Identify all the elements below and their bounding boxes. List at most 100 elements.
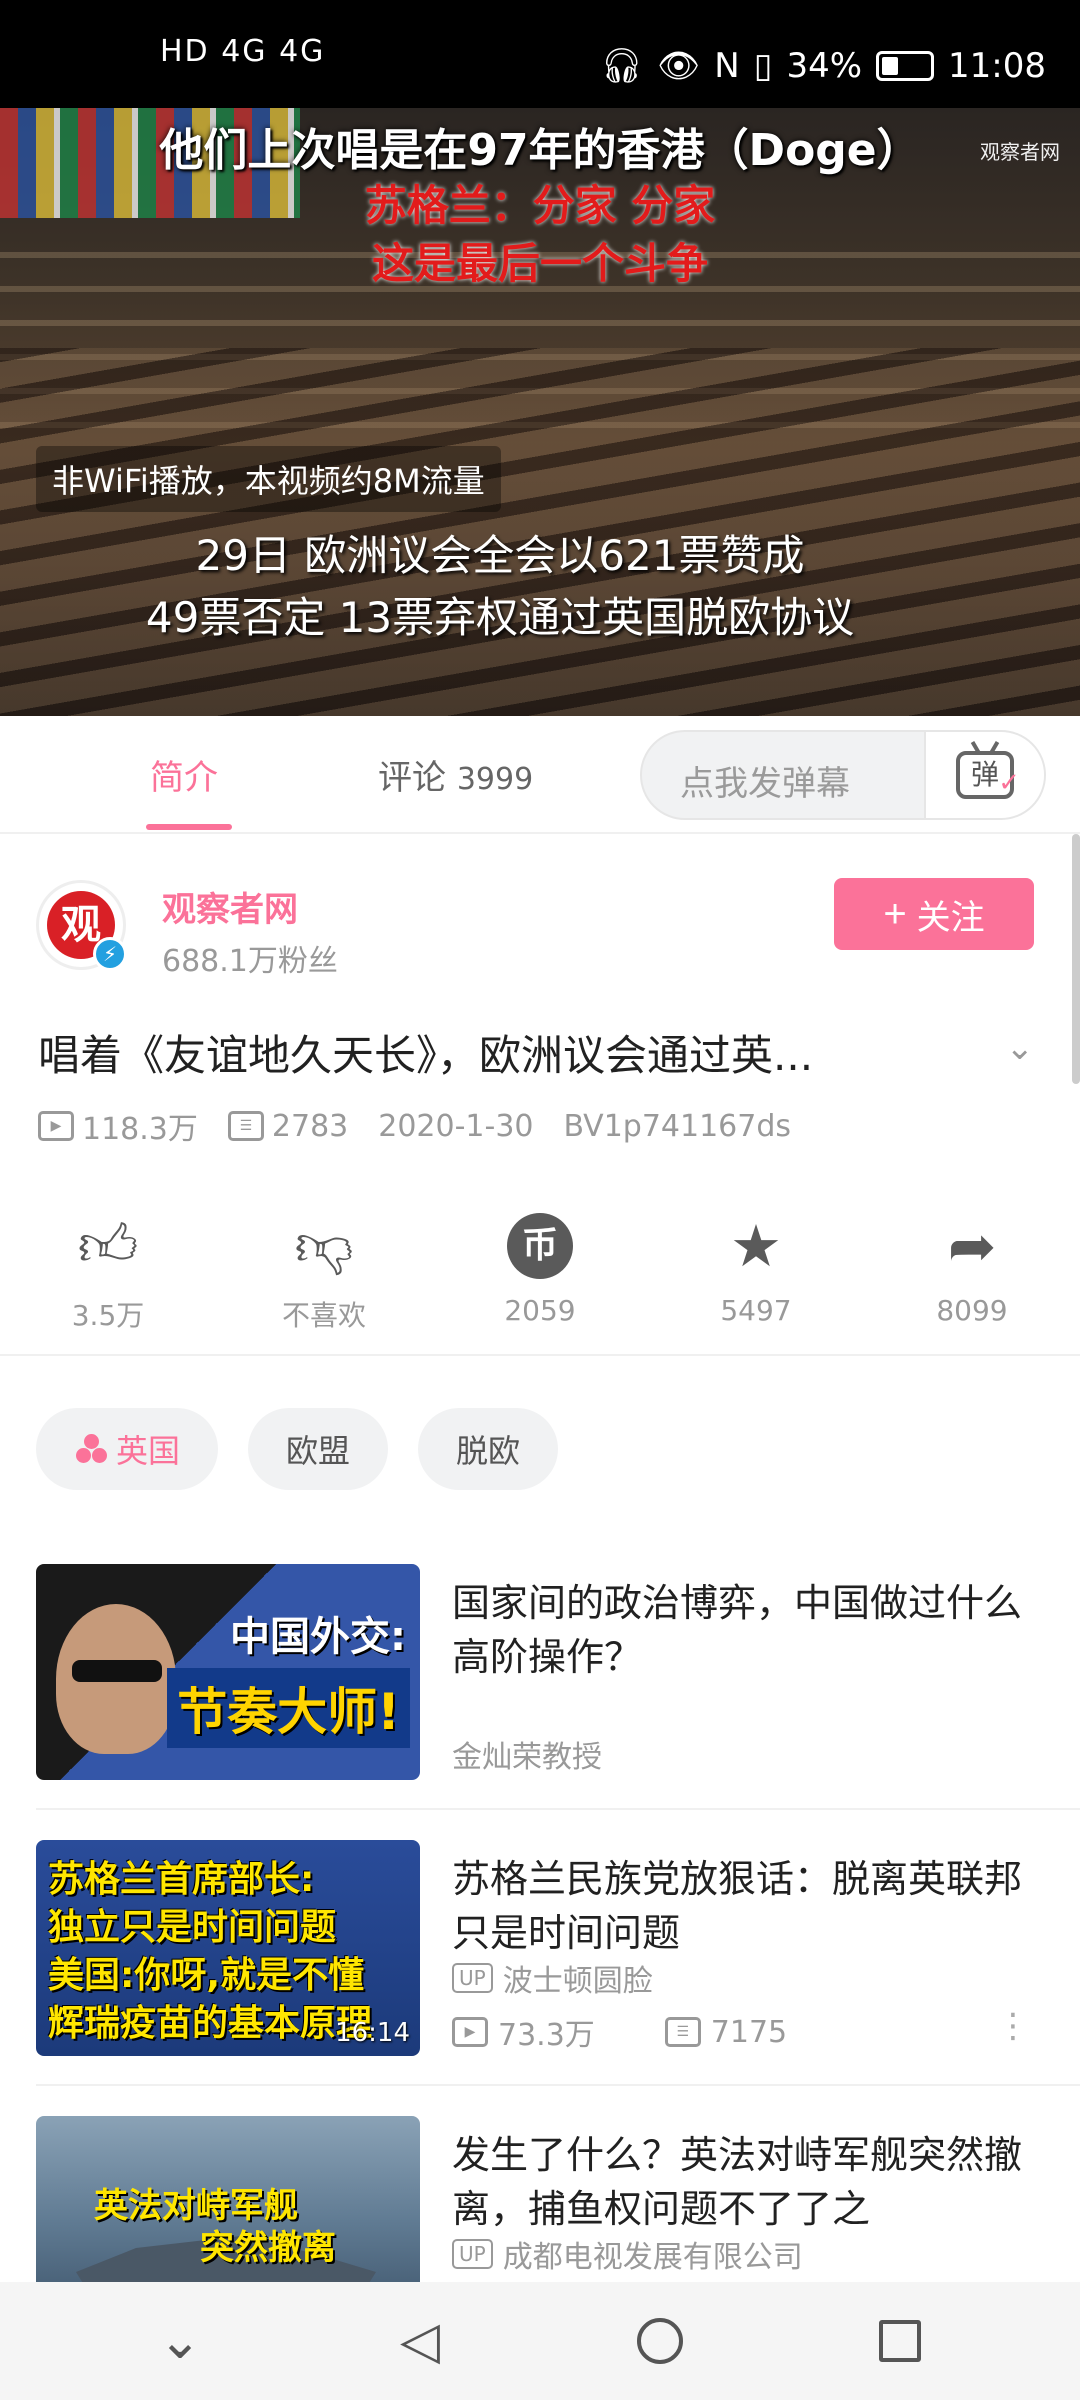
vibrate-icon: ▯: [753, 46, 773, 86]
uploader-row: 观 ⚡ 观察者网 688.1万粉丝 + 关注: [0, 834, 1080, 984]
video-meta: ▶ 118.3万 ☰ 2783 2020-1-30 BV1p741167ds: [38, 1104, 821, 1148]
tab-comments-count: 3999: [456, 762, 534, 797]
tag-eu[interactable]: 欧盟: [248, 1408, 389, 1490]
uploader-name[interactable]: 观察者网: [162, 882, 298, 931]
dislike-label: 不喜欢: [281, 1299, 366, 1332]
tag-brexit[interactable]: 脱欧: [418, 1408, 559, 1490]
danmaku-count-value: 2783: [271, 1108, 349, 1144]
chevron-down-icon[interactable]: ⌄: [140, 2301, 220, 2381]
video-thumbnail[interactable]: 苏格兰首席部长: 独立只是时间问题 美国:你呀,就是不懂 辉瑞疫苗的基本原理 1…: [36, 1840, 420, 2056]
share-icon: ➦: [947, 1212, 997, 1280]
danmaku-btn-glyph: 弹: [970, 758, 999, 791]
danmaku-input[interactable]: 点我发弹幕 弹 ✓: [640, 730, 1046, 820]
video-subtitle-2: 49票否定 13票弃权通过英国脱欧协议: [145, 593, 855, 642]
danmaku-tv-icon: 弹 ✓: [956, 751, 1020, 799]
danmaku-count: ☰ 2783: [227, 1108, 349, 1144]
thumb-caption: 苏格兰首席部长:: [48, 1859, 315, 1900]
publish-date: 2020-1-30: [378, 1108, 534, 1144]
action-bar: 👍︎ 3.5万 👎︎ 不喜欢 币 2059 ★ 5497 ➦ 8099: [0, 1196, 1080, 1356]
video-thumbnail[interactable]: 中国外交: 节奏大师!: [36, 1564, 420, 1780]
tag-label: 欧盟: [286, 1432, 351, 1470]
rec-title: 苏格兰民族党放狠话：脱离英联邦只是时间问题: [452, 1857, 1023, 1955]
favorite-button[interactable]: ★ 5497: [648, 1196, 864, 1354]
clock: 11:08: [948, 46, 1046, 86]
video-title[interactable]: 唱着《友谊地久天长》，欧洲议会通过英...: [38, 1022, 958, 1083]
view-count-value: 118.3万: [82, 1112, 198, 1147]
signal-icons: HD 4G 4G: [160, 34, 326, 69]
play-icon: ▶: [38, 1111, 74, 1141]
avatar[interactable]: 观 ⚡: [36, 880, 127, 971]
eye-icon: 👁︎: [657, 46, 701, 86]
rec-author-row: UP 成都电视发展有限公司: [452, 2232, 803, 2276]
view-count: ▶ 118.3万: [38, 1104, 198, 1148]
video-caption-red-2: 这是最后一个斗争: [371, 239, 708, 288]
thumb-caption: 节奏大师!: [167, 1668, 410, 1748]
tab-intro[interactable]: 简介: [150, 750, 218, 799]
tab-comments-label: 评论: [378, 758, 446, 798]
rec-author: 金灿荣教授: [452, 1740, 602, 1775]
video-thumbnail[interactable]: 英法对峙军舰 突然撤离: [36, 2116, 420, 2282]
tag-list: 英国 欧盟 脱欧: [36, 1408, 559, 1490]
rec-title: 发生了什么？英法对峙军舰突然撤离，捕鱼权问题不了了之: [452, 2133, 1023, 2231]
up-badge-icon: UP: [452, 1963, 493, 1993]
data-usage-notice: 非WiFi播放，本视频约8M流量: [36, 446, 501, 512]
dislike-button[interactable]: 👎︎ 不喜欢: [216, 1196, 432, 1354]
danmaku-toggle-button[interactable]: 弹 ✓: [924, 732, 1044, 818]
tab-indicator: [146, 824, 232, 830]
hot-tag-icon: [74, 1434, 110, 1464]
thumb-caption: 独立只是时间问题: [48, 1907, 337, 1948]
thumb-caption: 辉瑞疫苗的基本原理: [48, 2003, 373, 2044]
video-subtitle-1: 29日 欧洲议会全会以621票赞成: [195, 531, 805, 580]
list-item[interactable]: 苏格兰首席部长: 独立只是时间问题 美国:你呀,就是不懂 辉瑞疫苗的基本原理 1…: [0, 1840, 1080, 2056]
tag-uk[interactable]: 英国: [36, 1408, 219, 1490]
rec-author: 成都电视发展有限公司: [502, 2240, 803, 2275]
list-item[interactable]: 英法对峙军舰 突然撤离 发生了什么？英法对峙军舰突然撤离，捕鱼权问题不了了之 U…: [0, 2116, 1080, 2282]
up-badge-icon: UP: [452, 2239, 493, 2269]
list-item[interactable]: 中国外交: 节奏大师! 国家间的政治博弈，中国做过什么高阶操作？ 金灿荣教授: [0, 1564, 1080, 1780]
duration: 16:14: [335, 2018, 410, 2048]
home-icon[interactable]: [620, 2301, 700, 2381]
sunglasses: [72, 1660, 162, 1682]
follow-button[interactable]: + 关注: [834, 878, 1034, 950]
tab-comments[interactable]: 评论 3999: [378, 750, 533, 799]
chevron-down-icon[interactable]: ⌄: [1006, 1028, 1035, 1068]
thumb-caption: 中国外交:: [230, 1614, 406, 1660]
thumbs-up-icon: 👍︎: [77, 1211, 139, 1279]
share-button[interactable]: ➦ 8099: [864, 1196, 1080, 1354]
bvid: BV1p741167ds: [563, 1108, 792, 1144]
coin-button[interactable]: 币 2059: [432, 1196, 648, 1354]
verified-icon: ⚡: [93, 937, 127, 971]
coin-count: 2059: [504, 1294, 576, 1327]
video-caption-red-1: 苏格兰：分家 分家: [364, 181, 716, 230]
battery-percent: 34%: [786, 46, 863, 86]
recents-icon[interactable]: [860, 2301, 940, 2381]
rec-danmaku: 7175: [710, 2014, 788, 2050]
nfc-icon: N: [714, 46, 740, 86]
share-count: 8099: [936, 1294, 1008, 1327]
rec-author: 波士顿圆脸: [502, 1964, 653, 1999]
star-icon: ★: [730, 1212, 782, 1280]
rec-author-row: UP 波士顿圆脸: [452, 1956, 653, 2000]
uploader-fans: 688.1万粉丝: [162, 944, 338, 979]
video-caption-top: 他们上次唱是在97年的香港（Doge）: [159, 125, 921, 176]
battery-icon: [876, 51, 935, 81]
thumb-caption: 美国:你呀,就是不懂: [48, 1955, 365, 1996]
like-button[interactable]: 👍︎ 3.5万: [0, 1196, 216, 1354]
thumbs-down-icon: 👎︎: [294, 1211, 354, 1279]
headphone-icon: 🎧︎: [599, 46, 644, 86]
more-options-icon[interactable]: ⋮: [996, 2006, 1030, 2046]
video-player[interactable]: 他们上次唱是在97年的香港（Doge） 苏格兰：分家 分家 这是最后一个斗争 观…: [0, 108, 1080, 716]
tag-label: 英国: [116, 1432, 181, 1470]
follow-label: 关注: [916, 898, 985, 937]
thumb-caption: 突然撤离: [200, 2228, 336, 2268]
system-nav-bar: ⌄ ◁: [0, 2282, 1080, 2400]
play-icon: ▶: [452, 2017, 488, 2047]
danmaku-icon: ☰: [227, 1111, 264, 1141]
check-icon: ✓: [998, 768, 1020, 798]
status-right: 🎧︎ 👁︎ N ▯ 34% 11:08: [600, 46, 1046, 86]
like-count: 3.5万: [71, 1299, 145, 1332]
danmaku-icon: ☰: [664, 2017, 701, 2047]
plus-icon: +: [883, 891, 907, 936]
rec-title: 国家间的政治博弈，中国做过什么高阶操作？: [452, 1581, 1023, 1679]
back-icon[interactable]: ◁: [380, 2301, 460, 2381]
